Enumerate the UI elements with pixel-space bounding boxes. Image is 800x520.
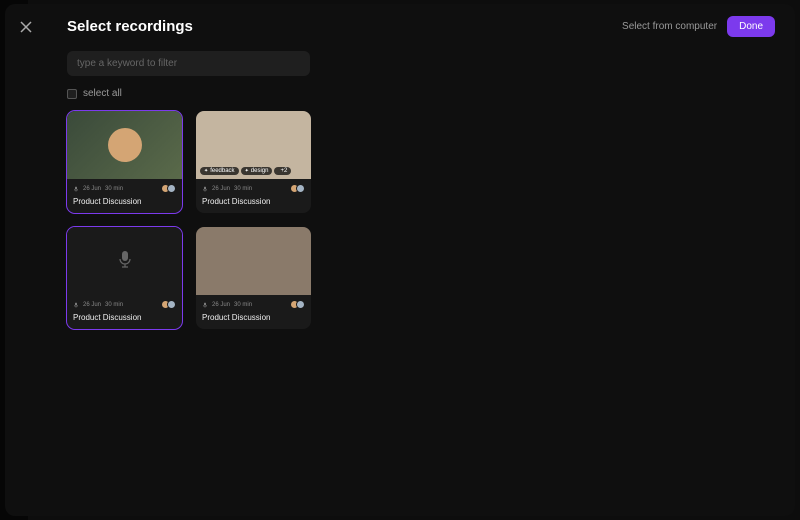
- recording-title: Product Discussion: [202, 197, 305, 206]
- recording-card[interactable]: 26 Jun 30 min Product Discussion: [67, 111, 182, 213]
- person-avatar: [196, 227, 311, 295]
- tag-count-badge: +2: [274, 167, 291, 175]
- modal-title: Select recordings: [67, 18, 193, 35]
- participant-avatars: [290, 300, 305, 309]
- select-from-computer-button[interactable]: Select from computer: [622, 21, 717, 32]
- recording-date: 26 Jun: [212, 186, 230, 192]
- recording-title: Product Discussion: [73, 197, 176, 206]
- participant-avatars: [290, 184, 305, 193]
- recording-card[interactable]: 26 Jun 30 min Product Discussion: [196, 227, 311, 329]
- recording-duration: 30 min: [105, 302, 123, 308]
- mic-icon: [73, 186, 79, 192]
- person-avatar: [108, 128, 142, 162]
- recording-card[interactable]: feedback design +2 26 Jun 30 min: [196, 111, 311, 213]
- recording-card[interactable]: 26 Jun 30 min Product Discussion: [67, 227, 182, 329]
- recording-date: 26 Jun: [212, 302, 230, 308]
- recording-duration: 30 min: [234, 302, 252, 308]
- search-input[interactable]: [67, 51, 310, 76]
- checkbox-icon: [67, 89, 77, 99]
- recording-thumbnail: [67, 111, 182, 179]
- done-button[interactable]: Done: [727, 16, 775, 37]
- recording-date: 26 Jun: [83, 302, 101, 308]
- tag-badge: design: [241, 167, 273, 175]
- audio-only-icon: [117, 249, 133, 274]
- select-all-checkbox[interactable]: select all: [67, 88, 775, 99]
- tag-badge: feedback: [200, 167, 239, 175]
- recording-title: Product Discussion: [202, 313, 305, 322]
- recording-date: 26 Jun: [83, 186, 101, 192]
- recording-title: Product Discussion: [73, 313, 176, 322]
- select-recordings-modal: Select recordings Select from computer D…: [5, 4, 795, 516]
- mic-icon: [202, 302, 208, 308]
- recordings-grid: 26 Jun 30 min Product Discussion feedbac…: [67, 111, 775, 329]
- mic-icon: [202, 186, 208, 192]
- mic-icon: [73, 302, 79, 308]
- recording-thumbnail: [67, 227, 182, 295]
- recording-duration: 30 min: [234, 186, 252, 192]
- close-icon[interactable]: [19, 20, 33, 34]
- select-all-label: select all: [83, 88, 122, 99]
- participant-avatars: [161, 184, 176, 193]
- recording-duration: 30 min: [105, 186, 123, 192]
- recording-thumbnail: [196, 227, 311, 295]
- recording-thumbnail: feedback design +2: [196, 111, 311, 179]
- participant-avatars: [161, 300, 176, 309]
